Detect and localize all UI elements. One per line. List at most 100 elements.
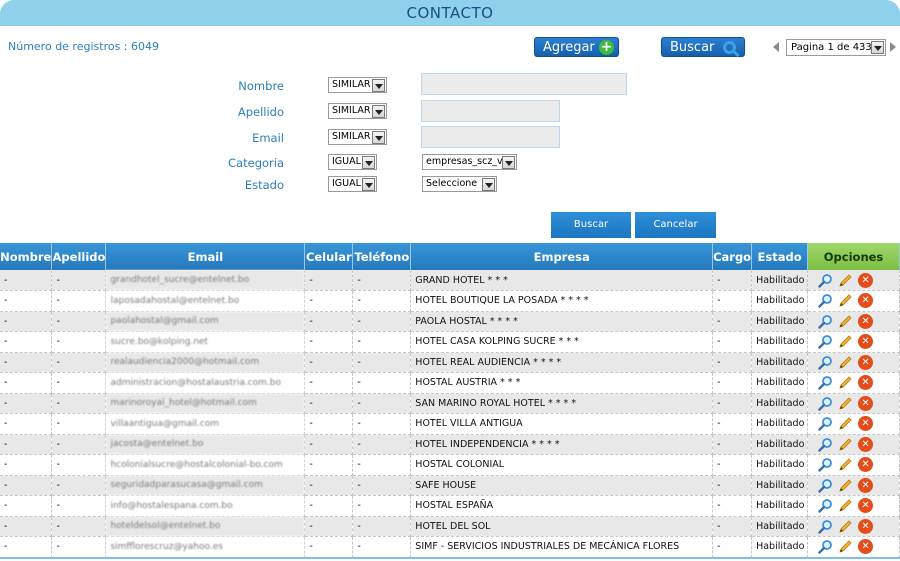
email-operator-select[interactable]: SIMILAR [328, 129, 387, 145]
nombre-operator-select[interactable]: SIMILAR [328, 77, 387, 93]
view-icon[interactable] [818, 314, 833, 329]
edit-icon[interactable] [838, 375, 853, 390]
chevron-down-icon [502, 156, 515, 169]
cell-options: ✕ [807, 454, 900, 476]
column-header[interactable]: Estado [751, 243, 809, 270]
cell-celular: - [304, 516, 354, 537]
delete-icon[interactable]: ✕ [858, 539, 874, 555]
column-header-options: Opciones [807, 243, 900, 270]
delete-icon[interactable]: ✕ [858, 477, 874, 493]
cancel-button[interactable]: Cancelar [635, 212, 716, 238]
cell-nombre: - [0, 372, 53, 394]
edit-icon[interactable] [838, 416, 853, 431]
edit-icon[interactable] [838, 498, 853, 513]
cell-telefono: - [352, 516, 412, 537]
search-button-label: Buscar [670, 40, 715, 55]
view-icon[interactable] [818, 498, 833, 513]
estado-operator-select[interactable]: IGUAL [328, 176, 377, 192]
view-icon[interactable] [818, 519, 833, 534]
add-button[interactable]: Agregar + [534, 37, 619, 57]
table-row: - - hcolonialsucre@hostalcolonial-bo.com - -… [0, 454, 900, 476]
delete-icon[interactable]: ✕ [858, 375, 874, 391]
cell-email: laposadahostal@entelnet.bo [105, 290, 306, 312]
view-icon[interactable] [818, 293, 833, 308]
view-icon[interactable] [818, 539, 833, 554]
apellido-input[interactable] [421, 100, 560, 122]
delete-icon[interactable]: ✕ [858, 272, 874, 288]
chevron-down-icon [362, 156, 375, 169]
cell-celular: - [304, 270, 354, 291]
view-icon[interactable] [818, 273, 833, 288]
estado-operator-value: IGUAL [332, 178, 361, 189]
cell-estado: Habilitado [751, 516, 809, 537]
cell-options: ✕ [807, 413, 900, 435]
edit-icon[interactable] [838, 273, 853, 288]
delete-icon[interactable]: ✕ [858, 395, 874, 411]
apellido-operator-select[interactable]: SIMILAR [328, 103, 387, 119]
edit-icon[interactable] [838, 539, 853, 554]
view-icon[interactable] [818, 396, 833, 411]
cell-nombre: - [0, 331, 53, 353]
categoria-select[interactable]: empresas_scz_v [422, 154, 517, 170]
column-header[interactable]: Nombre [0, 243, 53, 270]
cell-estado: Habilitado [751, 536, 809, 558]
cell-email: villaantigua@gmail.com [105, 413, 306, 435]
edit-icon[interactable] [838, 457, 853, 472]
edit-icon[interactable] [838, 396, 853, 411]
delete-icon[interactable]: ✕ [858, 498, 874, 514]
column-header[interactable]: Email [105, 243, 306, 270]
search-button-top[interactable]: Buscar [661, 37, 745, 57]
delete-icon[interactable]: ✕ [858, 313, 874, 329]
view-icon[interactable] [818, 437, 833, 452]
edit-icon[interactable] [838, 437, 853, 452]
column-header[interactable]: Cargo [712, 243, 753, 270]
view-icon[interactable] [818, 355, 833, 370]
view-icon[interactable] [818, 375, 833, 390]
cell-telefono: - [352, 495, 412, 517]
table-body: - - grandhotel_sucre@entelnet.bo - - GRAND HO… [0, 270, 900, 558]
cell-estado: Habilitado [751, 290, 809, 312]
column-header[interactable]: Apellido [51, 243, 107, 270]
cell-nombre: - [0, 270, 53, 291]
column-header[interactable]: Celular [304, 243, 354, 270]
column-header[interactable]: Teléfono [352, 243, 412, 270]
delete-icon[interactable]: ✕ [858, 416, 874, 432]
categoria-operator-select[interactable]: IGUAL [328, 154, 377, 170]
cell-email: hoteldelsol@entelnet.bo [105, 516, 306, 537]
prev-page-icon[interactable] [773, 42, 779, 52]
next-page-icon[interactable] [890, 42, 896, 52]
column-header[interactable]: Empresa [410, 243, 714, 270]
delete-icon[interactable]: ✕ [858, 334, 874, 350]
search-button[interactable]: Buscar [551, 212, 631, 238]
edit-icon[interactable] [838, 355, 853, 370]
view-icon[interactable] [818, 334, 833, 349]
cell-celular: - [304, 434, 354, 455]
delete-icon[interactable]: ✕ [858, 518, 874, 534]
estado-select[interactable]: Seleccione [422, 176, 497, 192]
delete-icon[interactable]: ✕ [858, 457, 874, 473]
view-icon[interactable] [818, 416, 833, 431]
cell-apellido: - [51, 516, 107, 537]
cell-apellido: - [51, 413, 107, 435]
edit-icon[interactable] [838, 519, 853, 534]
edit-icon[interactable] [838, 334, 853, 349]
table-row: - - seguridadparasucasa@gmail.com - - SAFE HO… [0, 475, 900, 496]
edit-icon[interactable] [838, 478, 853, 493]
view-icon[interactable] [818, 478, 833, 493]
cell-nombre: - [0, 516, 53, 537]
cell-nombre: - [0, 454, 53, 476]
edit-icon[interactable] [838, 293, 853, 308]
email-input[interactable] [421, 126, 560, 148]
delete-icon[interactable]: ✕ [858, 293, 874, 309]
edit-icon[interactable] [838, 314, 853, 329]
table-row: - - sucre.bo@kolping.net - - HOTEL CASA KOLPI… [0, 331, 900, 353]
page-select[interactable]: Pagina 1 de 433 [786, 39, 886, 56]
delete-icon[interactable]: ✕ [858, 436, 874, 452]
cell-cargo: - [712, 475, 753, 496]
cell-email: seguridadparasucasa@gmail.com [105, 475, 306, 496]
delete-icon[interactable]: ✕ [858, 354, 874, 370]
nombre-input[interactable] [421, 73, 627, 95]
cell-telefono: - [352, 290, 412, 312]
cell-estado: Habilitado [751, 454, 809, 476]
view-icon[interactable] [818, 457, 833, 472]
